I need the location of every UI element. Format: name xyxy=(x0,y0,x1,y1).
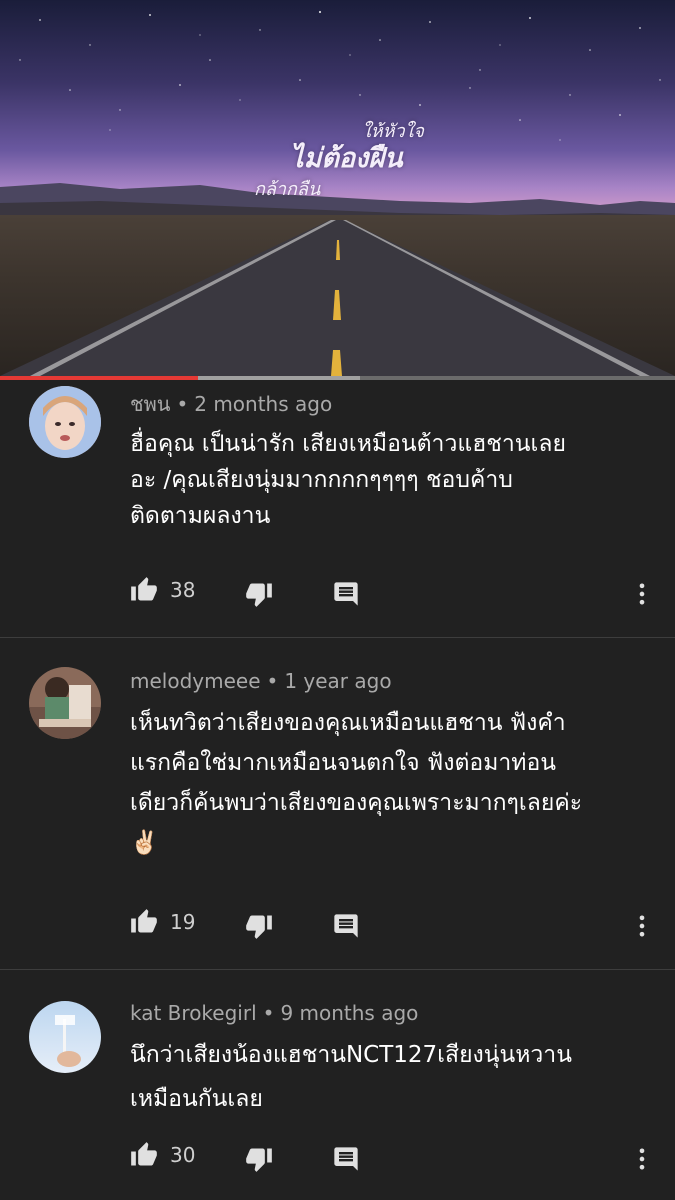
thumbs-down-icon xyxy=(246,1148,272,1172)
emoji-victory-hand: ✌🏻 xyxy=(130,830,159,856)
like-count: 30 xyxy=(170,1143,196,1167)
avatar[interactable] xyxy=(29,1001,101,1073)
like-button[interactable]: 30 xyxy=(130,1141,195,1169)
thumbs-up-icon xyxy=(131,909,157,933)
dislike-button[interactable] xyxy=(245,912,273,940)
avatar-photo-icon xyxy=(29,1001,101,1073)
like-button[interactable]: 38 xyxy=(130,576,195,604)
more-options-button[interactable] xyxy=(628,580,656,608)
thumbs-down-icon xyxy=(246,915,272,939)
more-options-button[interactable] xyxy=(628,1145,656,1173)
more-vertical-icon xyxy=(639,583,645,605)
comment-line: เหมือนกันเลย xyxy=(130,1086,263,1112)
avatar-photo-icon xyxy=(29,667,101,739)
like-button[interactable]: 19 xyxy=(130,908,195,936)
comment-author[interactable]: melodymeee xyxy=(130,669,261,693)
comment-actions: 38 xyxy=(0,576,675,612)
progress-buffer xyxy=(198,376,361,380)
comment-author[interactable]: kat Brokegirl xyxy=(130,1001,257,1025)
comment-line: ฮื่อคุณ เป็นน่ารัก เสียงเหมือนต้าวแฮชานเ… xyxy=(130,431,566,457)
more-options-button[interactable] xyxy=(628,912,656,940)
thumbs-down-icon xyxy=(246,583,272,607)
avatar[interactable] xyxy=(29,386,101,458)
meta-separator: • xyxy=(176,392,189,416)
comment-line: เดียวก็ค้นพบว่าเสียงของคุณเพราะมากๆเลยค่… xyxy=(130,790,583,816)
video-title-line-2: ไม่ต้องฝืน xyxy=(290,143,403,174)
comment-divider xyxy=(0,969,675,970)
road xyxy=(0,220,675,376)
video-player[interactable]: ให้หัวใจ ไม่ต้องฝืน กล้ากลืน xyxy=(0,0,675,376)
dislike-button[interactable] xyxy=(245,580,273,608)
comment-actions: 19 xyxy=(0,908,675,944)
meta-separator: • xyxy=(262,1001,275,1025)
comment-text: นึกว่าเสียงน้องแฮชานNCT127เสียงนุ่นหวาน … xyxy=(130,1037,650,1117)
comment-line: นึกว่าเสียงน้องแฮชานNCT127เสียงนุ่นหวาน xyxy=(130,1042,572,1068)
thumbs-up-icon xyxy=(131,577,157,601)
reply-button[interactable] xyxy=(332,580,360,608)
comment-line: แรกคือใช่มากเหมือนจนตกใจ ฟังต่อมาท่อน xyxy=(130,750,556,776)
comment-time[interactable]: 1 year ago xyxy=(284,669,391,693)
reply-comment-icon xyxy=(334,1147,358,1171)
more-vertical-icon xyxy=(639,1148,645,1170)
meta-separator: • xyxy=(266,669,279,693)
avatar[interactable] xyxy=(29,667,101,739)
comment-actions: 30 xyxy=(0,1141,675,1177)
comment-author[interactable]: ชพน xyxy=(130,392,170,416)
comment-time[interactable]: 9 months ago xyxy=(280,1001,418,1025)
comment-divider xyxy=(0,637,675,638)
video-title-line-3: กล้ากลืน xyxy=(254,179,321,200)
reply-comment-icon xyxy=(334,914,358,938)
like-count: 38 xyxy=(170,578,196,602)
comment-text: ฮื่อคุณ เป็นน่ารัก เสียงเหมือนต้าวแฮชานเ… xyxy=(130,426,650,534)
progress-played xyxy=(0,376,199,380)
dislike-button[interactable] xyxy=(245,1145,273,1173)
comment-line: เห็นทวิตว่าเสียงของคุณเหมือนแฮชาน ฟังคำ xyxy=(130,710,566,736)
comment-line: อะ /คุณเสียงนุ่มมากกกกๆๆๆๆ ชอบค้าบ xyxy=(130,467,513,493)
more-vertical-icon xyxy=(639,915,645,937)
comment-line: ติดตามผลงาน xyxy=(130,503,271,529)
video-progress-bar[interactable] xyxy=(0,376,675,380)
reply-comment-icon xyxy=(334,582,358,606)
reply-button[interactable] xyxy=(332,1145,360,1173)
thumbs-up-icon xyxy=(131,1142,157,1166)
reply-button[interactable] xyxy=(332,912,360,940)
avatar-face-icon xyxy=(29,386,101,458)
like-count: 19 xyxy=(170,910,196,934)
comment-text: เห็นทวิตว่าเสียงของคุณเหมือนแฮชาน ฟังคำ … xyxy=(130,705,650,861)
comment-time[interactable]: 2 months ago xyxy=(194,392,332,416)
